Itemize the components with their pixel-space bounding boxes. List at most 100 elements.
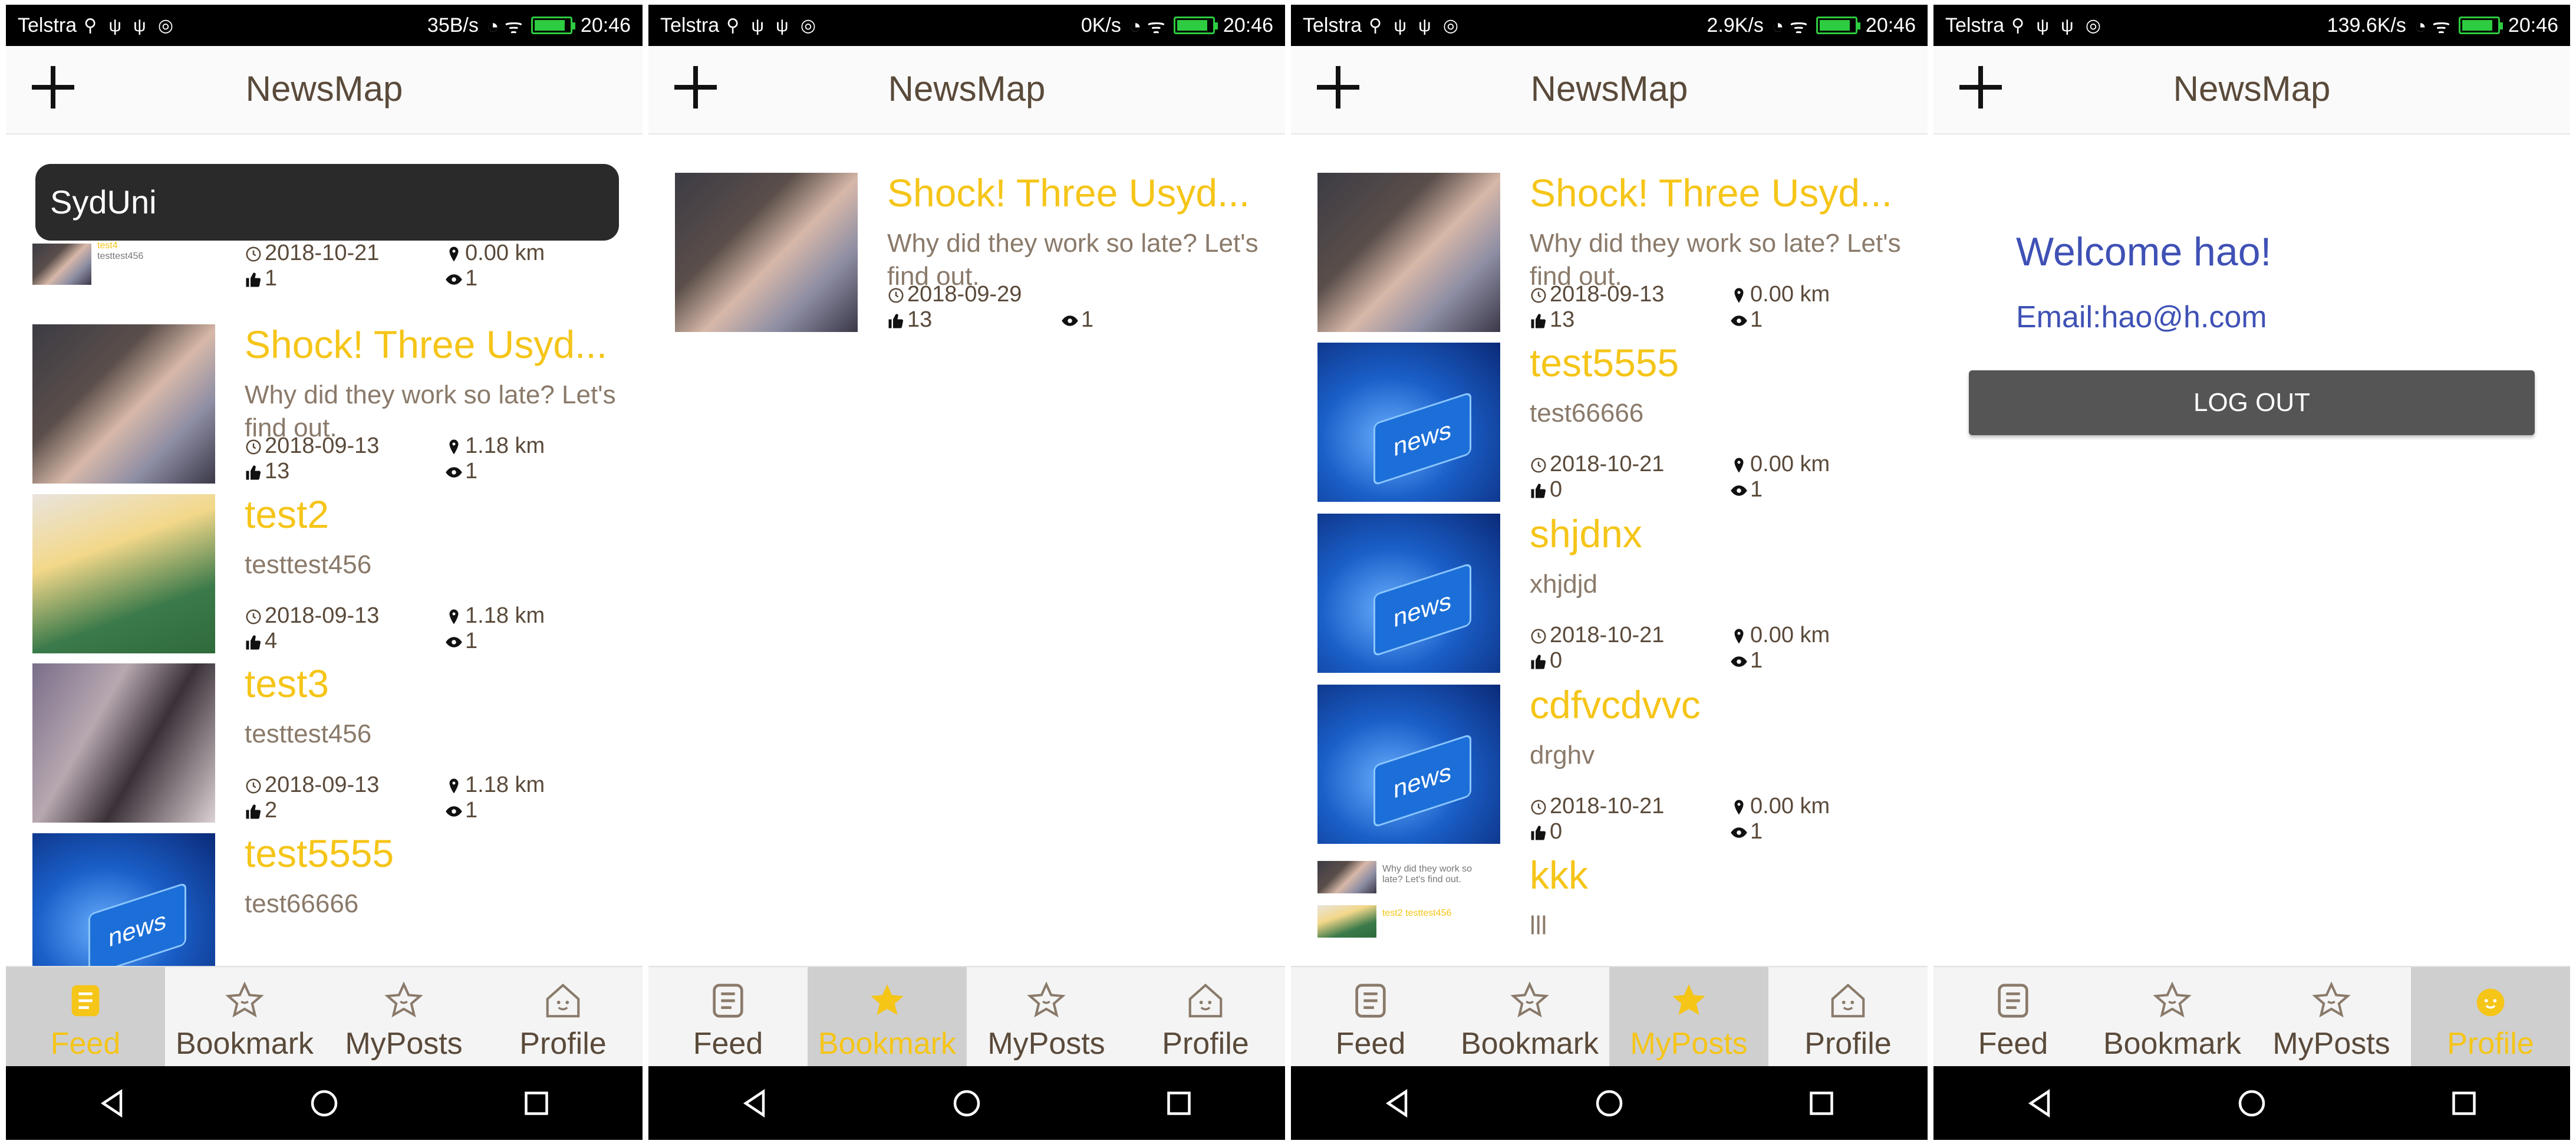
tab-bookmark[interactable]: Bookmark bbox=[165, 967, 324, 1067]
tab-profile[interactable]: Profile bbox=[2411, 967, 2570, 1067]
system-nav-bar bbox=[6, 1066, 643, 1140]
home-icon[interactable] bbox=[2234, 1086, 2269, 1121]
post-date: 2018-10-21 bbox=[1530, 452, 1664, 477]
list-item[interactable]: Shock! Three Usyd... Why did they work s… bbox=[6, 323, 643, 484]
logout-button[interactable]: LOG OUT bbox=[1969, 370, 2535, 435]
eye-icon bbox=[445, 803, 463, 820]
tab-profile[interactable]: Profile bbox=[1768, 967, 1928, 1067]
recents-icon[interactable] bbox=[2446, 1086, 2482, 1121]
usb-icon: ⚲ ψ ψ ◎ bbox=[726, 15, 820, 35]
wifi-icon: ◔ ᯤ bbox=[486, 15, 523, 38]
post-title: kkk bbox=[1530, 853, 1588, 897]
list-item[interactable]: Shock! Three Usyd... Why did they work s… bbox=[648, 171, 1285, 333]
network-speed: 35B/s bbox=[427, 14, 479, 37]
eye-icon bbox=[445, 463, 463, 481]
post-title: Shock! Three Usyd... bbox=[1530, 171, 1893, 215]
home-icon[interactable] bbox=[949, 1086, 984, 1121]
tab-profile[interactable]: Profile bbox=[483, 967, 643, 1067]
back-icon[interactable] bbox=[1379, 1086, 1415, 1121]
battery-icon bbox=[1173, 17, 1218, 34]
list-item[interactable]: news cdfvcdvvc drghv 2018-10-21 0.00 km … bbox=[1291, 683, 1928, 844]
star-icon bbox=[383, 980, 424, 1021]
feed-list[interactable]: SydUni test4 testtest456 2018-10-21 0.00… bbox=[6, 134, 643, 966]
post-title: test5555 bbox=[245, 831, 394, 875]
star-icon bbox=[224, 980, 265, 1021]
tab-myposts[interactable]: MyPosts bbox=[2252, 967, 2411, 1067]
tab-feed[interactable]: Feed bbox=[1291, 967, 1450, 1067]
mini-title: test4 bbox=[97, 241, 118, 251]
recents-icon[interactable] bbox=[1161, 1086, 1197, 1121]
post-title: test2 bbox=[245, 492, 330, 536]
tab-label: Profile bbox=[1162, 1027, 1249, 1061]
thumbs-up-icon bbox=[245, 633, 262, 651]
back-icon[interactable] bbox=[737, 1086, 772, 1121]
eye-icon bbox=[1730, 824, 1748, 841]
list-item[interactable]: test3 testtest456 2018-09-13 1.18 km 2 1 bbox=[6, 662, 643, 823]
list-item[interactable]: test4 testtest456 2018-10-21 0.00 km 1 1 bbox=[6, 241, 643, 300]
star-icon bbox=[1026, 980, 1067, 1021]
back-icon[interactable] bbox=[94, 1086, 130, 1121]
eye-icon bbox=[445, 271, 463, 288]
home-smile-icon bbox=[542, 980, 584, 1021]
tab-label: MyPosts bbox=[2272, 1027, 2390, 1061]
home-smile-icon bbox=[1185, 980, 1226, 1021]
myposts-list[interactable]: Shock! Three Usyd... Why did they work s… bbox=[1291, 134, 1928, 966]
home-icon[interactable] bbox=[1592, 1086, 1627, 1121]
tab-bookmark[interactable]: Bookmark bbox=[2093, 967, 2252, 1067]
tab-bookmark[interactable]: Bookmark bbox=[808, 967, 967, 1067]
post-title: cdfvcdvvc bbox=[1530, 683, 1701, 726]
news-key-graphic: news bbox=[88, 882, 186, 966]
back-icon[interactable] bbox=[2022, 1086, 2057, 1121]
post-title: Shock! Three Usyd... bbox=[887, 171, 1250, 215]
eye-icon bbox=[1730, 482, 1748, 499]
list-item[interactable]: news test5555 test66666 bbox=[6, 831, 643, 966]
tab-feed[interactable]: Feed bbox=[6, 967, 165, 1067]
list-item[interactable]: Shock! Three Usyd... Why did they work s… bbox=[1291, 171, 1928, 332]
feed-icon bbox=[65, 980, 106, 1021]
star-icon bbox=[1509, 980, 1550, 1021]
tab-label: Profile bbox=[519, 1027, 607, 1061]
clock-time: 20:46 bbox=[1223, 14, 1273, 37]
battery-icon bbox=[2458, 17, 2503, 34]
tab-myposts[interactable]: MyPosts bbox=[324, 967, 483, 1067]
tab-bookmark[interactable]: Bookmark bbox=[1450, 967, 1609, 1067]
phone-myposts-screen: Telstra ⚲ ψ ψ ◎ 2.9K/s ◔ ᯤ 20:46 NewsMap… bbox=[1291, 5, 1928, 1140]
recents-icon[interactable] bbox=[1804, 1086, 1839, 1121]
tab-feed[interactable]: Feed bbox=[648, 967, 808, 1067]
tab-myposts[interactable]: MyPosts bbox=[1609, 967, 1768, 1067]
post-date: 2018-10-21 bbox=[1530, 623, 1664, 648]
clock-time: 20:46 bbox=[580, 14, 631, 37]
app-bar: NewsMap bbox=[1291, 46, 1928, 134]
mini-desc: testtest456 bbox=[97, 251, 144, 261]
usb-icon: ⚲ ψ ψ ◎ bbox=[84, 15, 177, 35]
post-likes: 13 bbox=[887, 307, 932, 333]
system-nav-bar bbox=[1933, 1066, 2570, 1140]
post-views: 1 bbox=[1730, 648, 1763, 673]
list-item[interactable]: news shjdnx xhjdjd 2018-10-21 0.00 km 0 … bbox=[1291, 512, 1928, 673]
post-distance: 1.18 km bbox=[445, 772, 545, 798]
list-item[interactable]: Why did they work so late? Let's find ou… bbox=[1291, 853, 1928, 961]
search-input[interactable]: SydUni bbox=[35, 164, 619, 241]
clock-icon bbox=[1530, 287, 1547, 304]
wifi-icon: ◔ ᯤ bbox=[1771, 15, 1808, 38]
status-bar: Telstra ⚲ ψ ψ ◎ 35B/s ◔ ᯤ 20:46 bbox=[6, 5, 643, 46]
tab-label: MyPosts bbox=[987, 1027, 1105, 1061]
post-date: 2018-09-13 bbox=[245, 772, 379, 798]
post-views: 1 bbox=[445, 459, 477, 484]
recents-icon[interactable] bbox=[519, 1086, 554, 1121]
bookmark-list[interactable]: Shock! Three Usyd... Why did they work s… bbox=[648, 134, 1285, 966]
tab-myposts[interactable]: MyPosts bbox=[967, 967, 1126, 1067]
post-distance: 0.00 km bbox=[1730, 282, 1830, 307]
app-bar: NewsMap bbox=[1933, 46, 2570, 134]
tab-label: Bookmark bbox=[1460, 1027, 1599, 1061]
post-date: 2018-10-21 bbox=[1530, 794, 1664, 819]
battery-icon bbox=[531, 17, 575, 34]
home-icon[interactable] bbox=[307, 1086, 342, 1121]
news-key-graphic: news bbox=[1373, 392, 1471, 486]
list-item[interactable]: news test5555 test66666 2018-10-21 0.00 … bbox=[1291, 341, 1928, 502]
clock-time: 20:46 bbox=[2508, 14, 2558, 37]
list-item[interactable]: test2 testtest456 2018-09-13 1.18 km 4 1 bbox=[6, 492, 643, 653]
tab-feed[interactable]: Feed bbox=[1933, 967, 2093, 1067]
network-speed: 139.6K/s bbox=[2327, 14, 2406, 37]
tab-profile[interactable]: Profile bbox=[1126, 967, 1285, 1067]
